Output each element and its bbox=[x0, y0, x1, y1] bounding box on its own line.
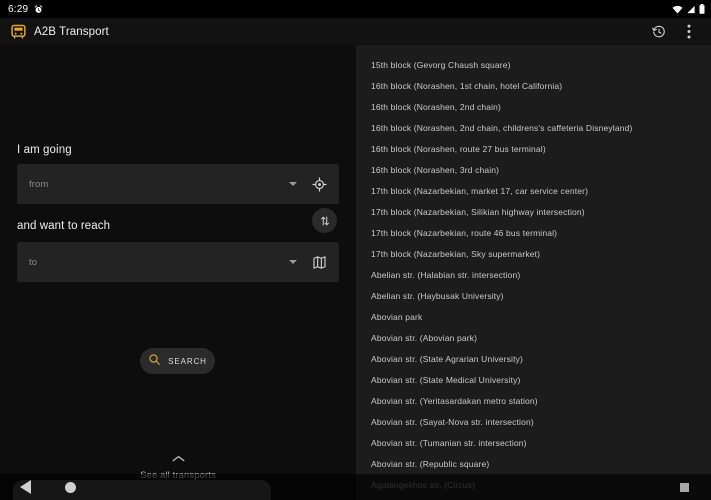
stop-list-item[interactable]: 17th block (Nazarbekian, Silikian highwa… bbox=[356, 201, 711, 222]
nav-bar-pill bbox=[13, 480, 271, 500]
stop-list-item[interactable]: Abovian str. (Abovian park) bbox=[356, 327, 711, 348]
stop-list-item[interactable]: 16th block (Norashen, 3rd chain) bbox=[356, 159, 711, 180]
chevron-down-icon[interactable] bbox=[289, 260, 297, 264]
app-bar-actions bbox=[649, 22, 703, 42]
stop-list-item[interactable]: 17th block (Nazarbekian, route 46 bus te… bbox=[356, 222, 711, 243]
stop-list-item[interactable]: Abelian str. (Haybusak University) bbox=[356, 285, 711, 306]
stop-list-item[interactable]: Abovian str. (Yeritasardakan metro stati… bbox=[356, 390, 711, 411]
main-content: I am going from and want to reach to SEA… bbox=[0, 45, 711, 500]
to-field[interactable]: to bbox=[17, 242, 339, 282]
map-icon[interactable] bbox=[308, 251, 330, 273]
to-field-label: and want to reach bbox=[17, 220, 111, 232]
swap-vertical-icon[interactable] bbox=[312, 208, 337, 233]
status-bar: 6:29 bbox=[0, 0, 711, 18]
stop-list-item[interactable]: 16th block (Norashen, 2nd chain) bbox=[356, 96, 711, 117]
alarm-clock-icon bbox=[34, 4, 43, 14]
search-button-label: SEARCH bbox=[168, 356, 207, 366]
search-icon bbox=[148, 353, 161, 369]
chevron-up-icon bbox=[171, 449, 185, 467]
android-navigation-bar bbox=[0, 474, 711, 500]
stop-list-item[interactable]: Abovian str. (State Agrarian University) bbox=[356, 348, 711, 369]
stop-list-item[interactable]: 17th block (Nazarbekian, market 17, car … bbox=[356, 180, 711, 201]
stop-list-item[interactable]: Abovian park bbox=[356, 306, 711, 327]
stop-list-item[interactable]: Abovian str. (Sayat-Nova str. intersecti… bbox=[356, 411, 711, 432]
home-circle-icon[interactable] bbox=[65, 481, 76, 493]
my-location-icon[interactable] bbox=[308, 173, 330, 195]
stop-list-item[interactable]: Abelian str. (Halabian str. intersection… bbox=[356, 264, 711, 285]
stop-list-item[interactable]: Abovian str. (State Medical University) bbox=[356, 369, 711, 390]
from-input-placeholder[interactable]: from bbox=[29, 179, 289, 190]
signal-icon bbox=[687, 5, 695, 13]
overflow-menu-icon[interactable] bbox=[679, 22, 699, 42]
stops-list-pane[interactable]: 15th block (Gevorg Chaush square) 16th bl… bbox=[356, 45, 711, 500]
chevron-down-icon[interactable] bbox=[289, 182, 297, 186]
app-screen: 6:29 A2B Transport I am going from and w… bbox=[0, 0, 711, 500]
stop-list-item[interactable]: 16th block (Norashen, route 27 bus termi… bbox=[356, 138, 711, 159]
from-field-label: I am going bbox=[17, 144, 72, 156]
route-form-pane: I am going from and want to reach to SEA… bbox=[0, 45, 356, 500]
app-title: A2B Transport bbox=[34, 25, 109, 38]
wifi-icon bbox=[672, 5, 683, 14]
app-bar: A2B Transport bbox=[0, 18, 711, 45]
stop-list-item[interactable]: 17th block (Nazarbekian, Sky supermarket… bbox=[356, 243, 711, 264]
bus-icon bbox=[10, 23, 27, 40]
stop-list-item[interactable]: 15th block (Gevorg Chaush square) bbox=[356, 54, 711, 75]
history-icon[interactable] bbox=[649, 22, 669, 42]
stop-list-item[interactable]: Abovian str. (Tumanian str. intersection… bbox=[356, 432, 711, 453]
search-button[interactable]: SEARCH bbox=[140, 348, 215, 374]
stop-list-item[interactable]: Abovian str. (Republic square) bbox=[356, 453, 711, 474]
to-input-placeholder[interactable]: to bbox=[29, 257, 289, 268]
recents-square-icon[interactable] bbox=[680, 482, 689, 492]
battery-icon bbox=[699, 4, 705, 14]
stops-list: 15th block (Gevorg Chaush square) 16th bl… bbox=[356, 45, 711, 495]
status-bar-indicators bbox=[672, 4, 705, 14]
from-field[interactable]: from bbox=[17, 164, 339, 204]
back-triangle-icon[interactable] bbox=[20, 480, 31, 494]
stop-list-item[interactable]: 16th block (Norashen, 1st chain, hotel C… bbox=[356, 75, 711, 96]
status-bar-clock: 6:29 bbox=[8, 3, 29, 15]
stop-list-item[interactable]: 16th block (Norashen, 2nd chain, childre… bbox=[356, 117, 711, 138]
